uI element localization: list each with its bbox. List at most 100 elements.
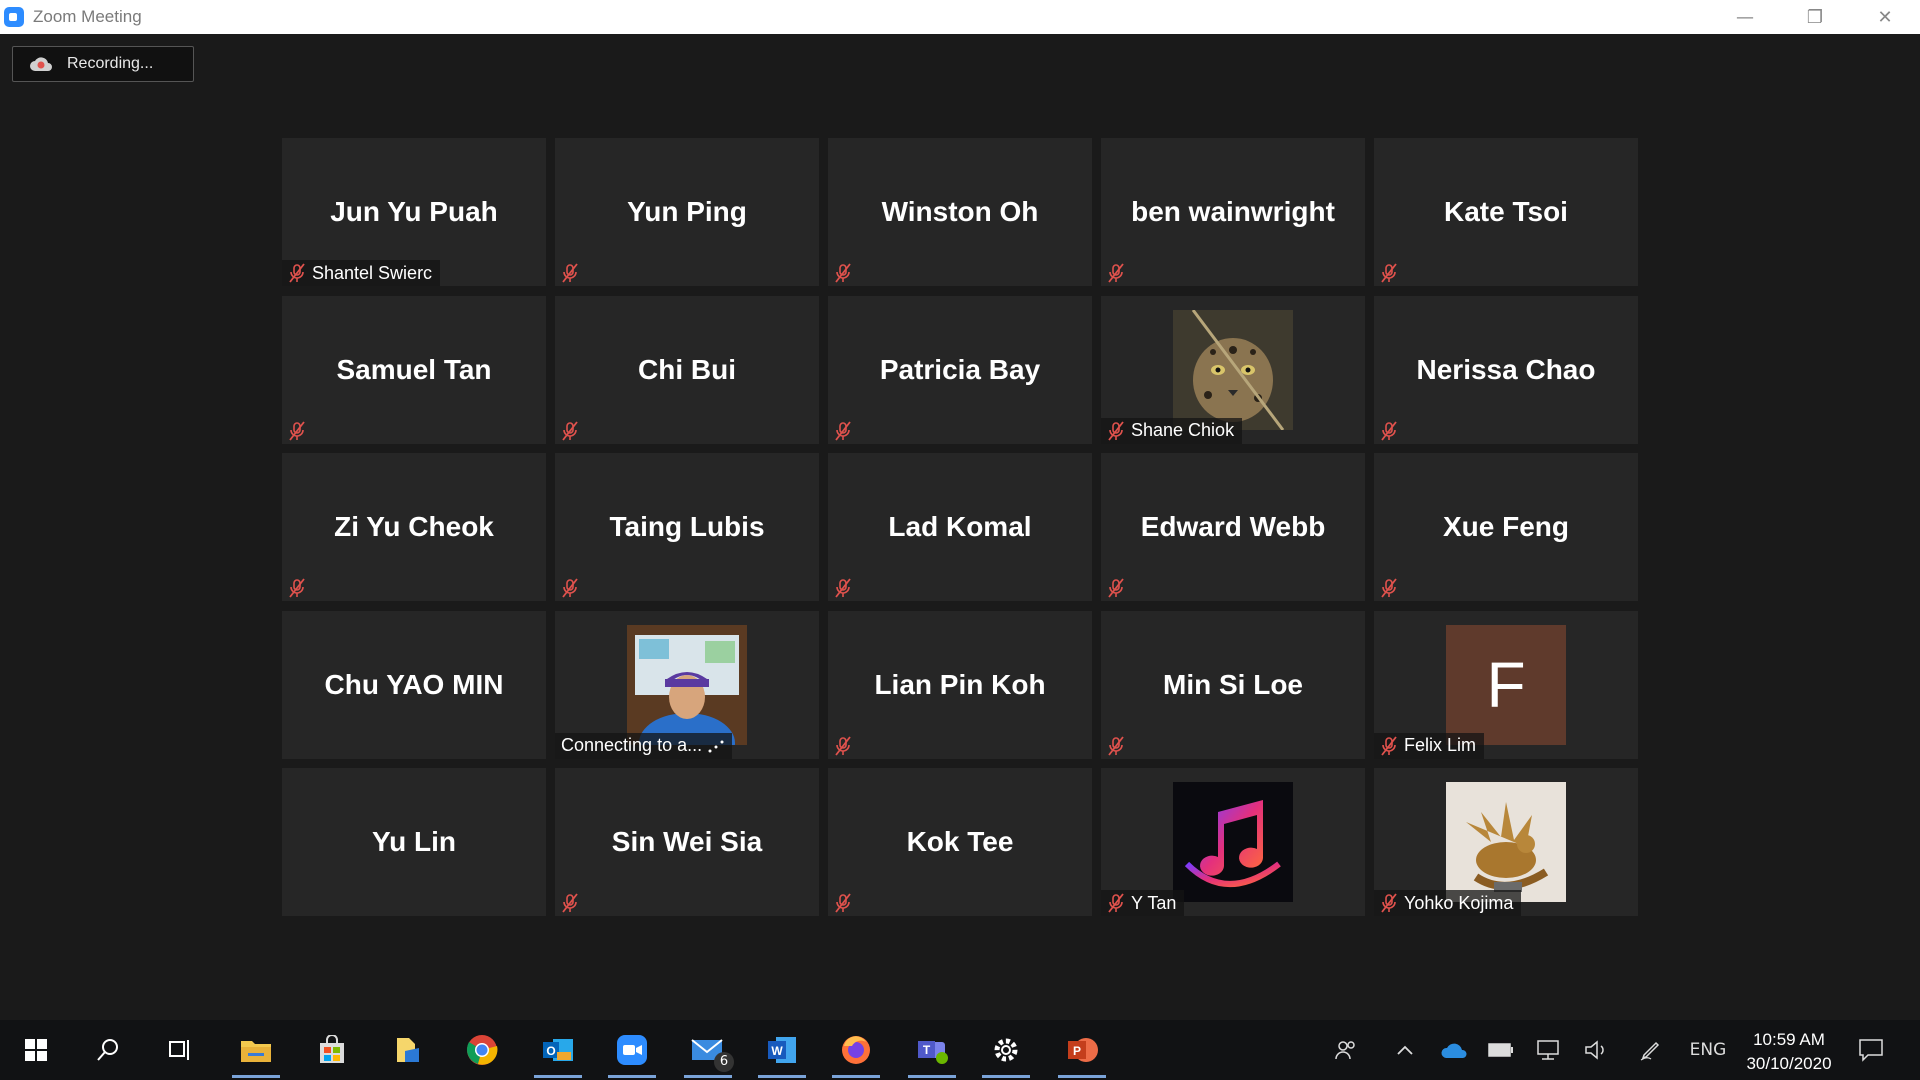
participant-tile[interactable]: Samuel Tan bbox=[282, 295, 546, 444]
people-button[interactable] bbox=[1330, 1020, 1362, 1080]
participant-tile[interactable]: Edward Webb bbox=[1101, 453, 1365, 601]
battery-button[interactable] bbox=[1486, 1020, 1516, 1080]
muted-mic-icon bbox=[562, 893, 578, 913]
participant-tile[interactable]: Lad Komal bbox=[828, 453, 1092, 601]
participant-tile[interactable]: Jun Yu Puah Shantel Swierc bbox=[282, 138, 546, 286]
participant-tile[interactable]: Lian Pin Koh bbox=[828, 610, 1092, 759]
participant-name: Taing Lubis bbox=[609, 511, 765, 542]
participant-name: Xue Feng bbox=[1442, 511, 1569, 542]
battery-icon bbox=[1488, 1043, 1513, 1057]
taskbar-chrome[interactable] bbox=[454, 1020, 510, 1080]
start-button[interactable] bbox=[8, 1020, 64, 1080]
participant-name: Min Si Loe bbox=[1163, 668, 1303, 700]
gallery-grid: Jun Yu Puah Shantel Swierc Yun Ping Winston… bbox=[282, 138, 1638, 918]
participant-status-bar bbox=[1374, 575, 1406, 601]
participant-tile[interactable]: Zi Yu Cheok bbox=[282, 453, 546, 601]
participant-tile[interactable]: Y Tan bbox=[1101, 768, 1365, 916]
participant-tile[interactable]: Shane Chiok bbox=[1101, 295, 1365, 444]
taskbar-store[interactable] bbox=[304, 1020, 360, 1080]
mail-unread-badge: 6 bbox=[714, 1052, 734, 1072]
search-button[interactable] bbox=[80, 1020, 136, 1080]
muted-mic-icon bbox=[1108, 263, 1124, 283]
taskbar-settings[interactable] bbox=[978, 1020, 1034, 1080]
participant-tile[interactable]: Patricia Bay bbox=[828, 295, 1092, 444]
store-bag-icon bbox=[320, 1035, 344, 1063]
people-icon bbox=[1335, 1041, 1355, 1060]
muted-mic-icon bbox=[289, 263, 305, 283]
muted-mic-icon bbox=[1108, 735, 1124, 756]
participant-tile[interactable]: Nerissa Chao bbox=[1374, 295, 1638, 444]
taskbar-clock[interactable]: 10:59 AM 30/10/2020 bbox=[1734, 1028, 1844, 1076]
recording-indicator[interactable]: Recording... bbox=[12, 46, 194, 82]
network-button[interactable] bbox=[1534, 1020, 1564, 1080]
minimize-button[interactable]: — bbox=[1710, 0, 1780, 34]
search-icon bbox=[97, 1039, 118, 1061]
participant-tile[interactable]: Winston Oh bbox=[828, 138, 1092, 286]
muted-mic-icon bbox=[835, 735, 851, 756]
input-language[interactable]: ENG bbox=[1686, 1020, 1730, 1080]
muted-mic-icon bbox=[1381, 578, 1397, 598]
zoom-app-icon bbox=[4, 7, 24, 27]
task-view-icon bbox=[169, 1040, 189, 1060]
window-controls: — ❐ ✕ bbox=[1710, 0, 1920, 34]
svg-text:P: P bbox=[1073, 1044, 1081, 1058]
participant-tile[interactable]: Min Si Loe bbox=[1101, 610, 1365, 759]
participant-tile[interactable]: Yohko Kojima bbox=[1374, 768, 1638, 916]
taskbar-powerpoint[interactable]: P bbox=[1054, 1020, 1110, 1080]
action-center-button[interactable] bbox=[1854, 1020, 1888, 1080]
show-hidden-icons-button[interactable] bbox=[1390, 1020, 1420, 1080]
taskbar-firefox[interactable] bbox=[828, 1020, 884, 1080]
participant-name: Jun Yu Puah bbox=[330, 196, 498, 227]
participant-tile[interactable]: Connecting to a... bbox=[555, 610, 819, 759]
participant-tile[interactable]: Kok Tee bbox=[828, 768, 1092, 916]
word-icon: W bbox=[768, 1037, 796, 1063]
participant-name: Yun Ping bbox=[627, 196, 747, 227]
muted-mic-icon bbox=[1381, 420, 1397, 441]
taskbar-file-explorer[interactable] bbox=[228, 1020, 284, 1080]
svg-text:T: T bbox=[923, 1043, 931, 1057]
close-button[interactable]: ✕ bbox=[1850, 0, 1920, 34]
participant-video bbox=[1173, 782, 1293, 902]
participant-status-bar bbox=[828, 418, 860, 444]
muted-mic-icon bbox=[289, 420, 305, 441]
participant-tile[interactable]: Kate Tsoi bbox=[1374, 138, 1638, 286]
window-title: Zoom Meeting bbox=[33, 7, 142, 26]
participant-tile[interactable]: Chu YAO MIN bbox=[282, 610, 546, 759]
volume-button[interactable] bbox=[1582, 1020, 1612, 1080]
taskbar-zoom[interactable] bbox=[604, 1020, 660, 1080]
participant-tile[interactable]: Yun Ping bbox=[555, 138, 819, 286]
participant-tile[interactable]: Chi Bui bbox=[555, 295, 819, 444]
participant-status-bar bbox=[828, 260, 860, 286]
restore-button[interactable]: ❐ bbox=[1780, 0, 1850, 34]
participant-status-bar: Connecting to a... bbox=[555, 732, 733, 759]
participant-status-bar bbox=[282, 575, 314, 601]
participant-tile[interactable]: Sin Wei Sia bbox=[555, 768, 819, 916]
participant-tile[interactable]: Taing Lubis bbox=[555, 453, 819, 601]
participant-tile[interactable]: ben wainwright bbox=[1101, 138, 1365, 286]
participant-tile[interactable]: F Felix Lim bbox=[1374, 610, 1638, 759]
taskbar-word[interactable]: W bbox=[754, 1020, 810, 1080]
pen-workspace-button[interactable] bbox=[1636, 1020, 1666, 1080]
participant-name: Chu YAO MIN bbox=[324, 668, 504, 700]
participant-status-bar bbox=[1374, 260, 1406, 286]
participant-status-bar bbox=[1374, 418, 1406, 444]
person-photo bbox=[627, 624, 747, 745]
participant-status-bar bbox=[828, 890, 860, 916]
windows-logo-icon bbox=[25, 1039, 47, 1061]
participant-name: Samuel Tan bbox=[336, 353, 492, 385]
onedrive-button[interactable] bbox=[1438, 1020, 1470, 1080]
task-view-button[interactable] bbox=[152, 1020, 208, 1080]
taskbar-outlook[interactable]: O bbox=[530, 1020, 586, 1080]
participant-name: Chi Bui bbox=[638, 353, 736, 385]
network-icon bbox=[1537, 1040, 1559, 1060]
participant-video bbox=[1173, 309, 1293, 430]
participant-tile[interactable]: Xue Feng bbox=[1374, 453, 1638, 601]
powerpoint-icon: P bbox=[1068, 1038, 1098, 1062]
taskbar-teams[interactable]: T bbox=[904, 1020, 960, 1080]
taskbar-sticky-files[interactable] bbox=[380, 1020, 436, 1080]
participant-status-bar bbox=[1101, 260, 1133, 286]
file-folder-blue-icon bbox=[397, 1038, 419, 1062]
participant-status-bar: Felix Lim bbox=[1374, 732, 1485, 759]
taskbar-mail[interactable]: 6 bbox=[680, 1020, 736, 1080]
participant-tile[interactable]: Yu Lin bbox=[282, 768, 546, 916]
